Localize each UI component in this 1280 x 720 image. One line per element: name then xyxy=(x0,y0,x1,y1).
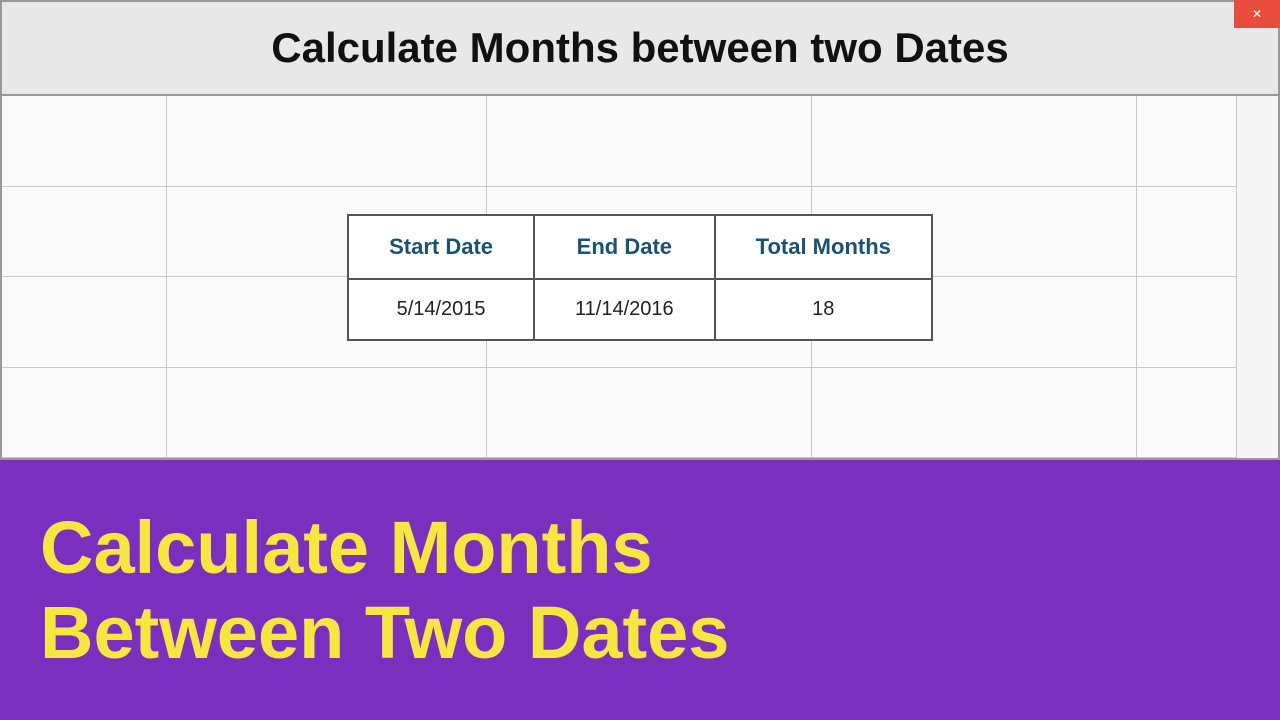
cell-total-months: 18 xyxy=(715,279,932,340)
page-title: Calculate Months between two Dates xyxy=(32,24,1248,72)
window-chrome: ✕ xyxy=(1234,0,1280,28)
footer-section: Calculate Months Between Two Dates xyxy=(0,460,1280,720)
grid-cell xyxy=(2,368,167,459)
footer-line2: Between Two Dates xyxy=(40,590,729,675)
grid-cell xyxy=(167,368,487,459)
grid-cell xyxy=(1137,277,1237,368)
grid-cell xyxy=(2,277,167,368)
grid-cell xyxy=(2,96,167,187)
spreadsheet-area: Start Date End Date Total Months 5/14/20… xyxy=(2,96,1278,458)
table-row: 5/14/2015 11/14/2016 18 xyxy=(348,279,932,340)
data-table: Start Date End Date Total Months 5/14/20… xyxy=(347,214,933,341)
col-header-end-date: End Date xyxy=(534,215,715,279)
grid-cell xyxy=(812,368,1137,459)
col-header-total-months: Total Months xyxy=(715,215,932,279)
grid-cell xyxy=(487,368,812,459)
cell-end-date: 11/14/2016 xyxy=(534,279,715,340)
grid-cell xyxy=(812,96,1137,187)
footer-line1: Calculate Months xyxy=(40,505,729,590)
grid-cell xyxy=(1137,368,1237,459)
grid-cell xyxy=(1137,96,1237,187)
title-bar: Calculate Months between two Dates xyxy=(2,2,1278,96)
table-header-row: Start Date End Date Total Months xyxy=(348,215,932,279)
footer-text: Calculate Months Between Two Dates xyxy=(40,505,729,675)
close-button[interactable]: ✕ xyxy=(1234,0,1280,28)
spreadsheet-section: Calculate Months between two Dates xyxy=(0,0,1280,460)
cell-start-date: 5/14/2015 xyxy=(348,279,534,340)
grid-cell xyxy=(1137,187,1237,278)
grid-cell xyxy=(2,187,167,278)
grid-cell xyxy=(487,96,812,187)
col-header-start-date: Start Date xyxy=(348,215,534,279)
grid-cell xyxy=(167,96,487,187)
